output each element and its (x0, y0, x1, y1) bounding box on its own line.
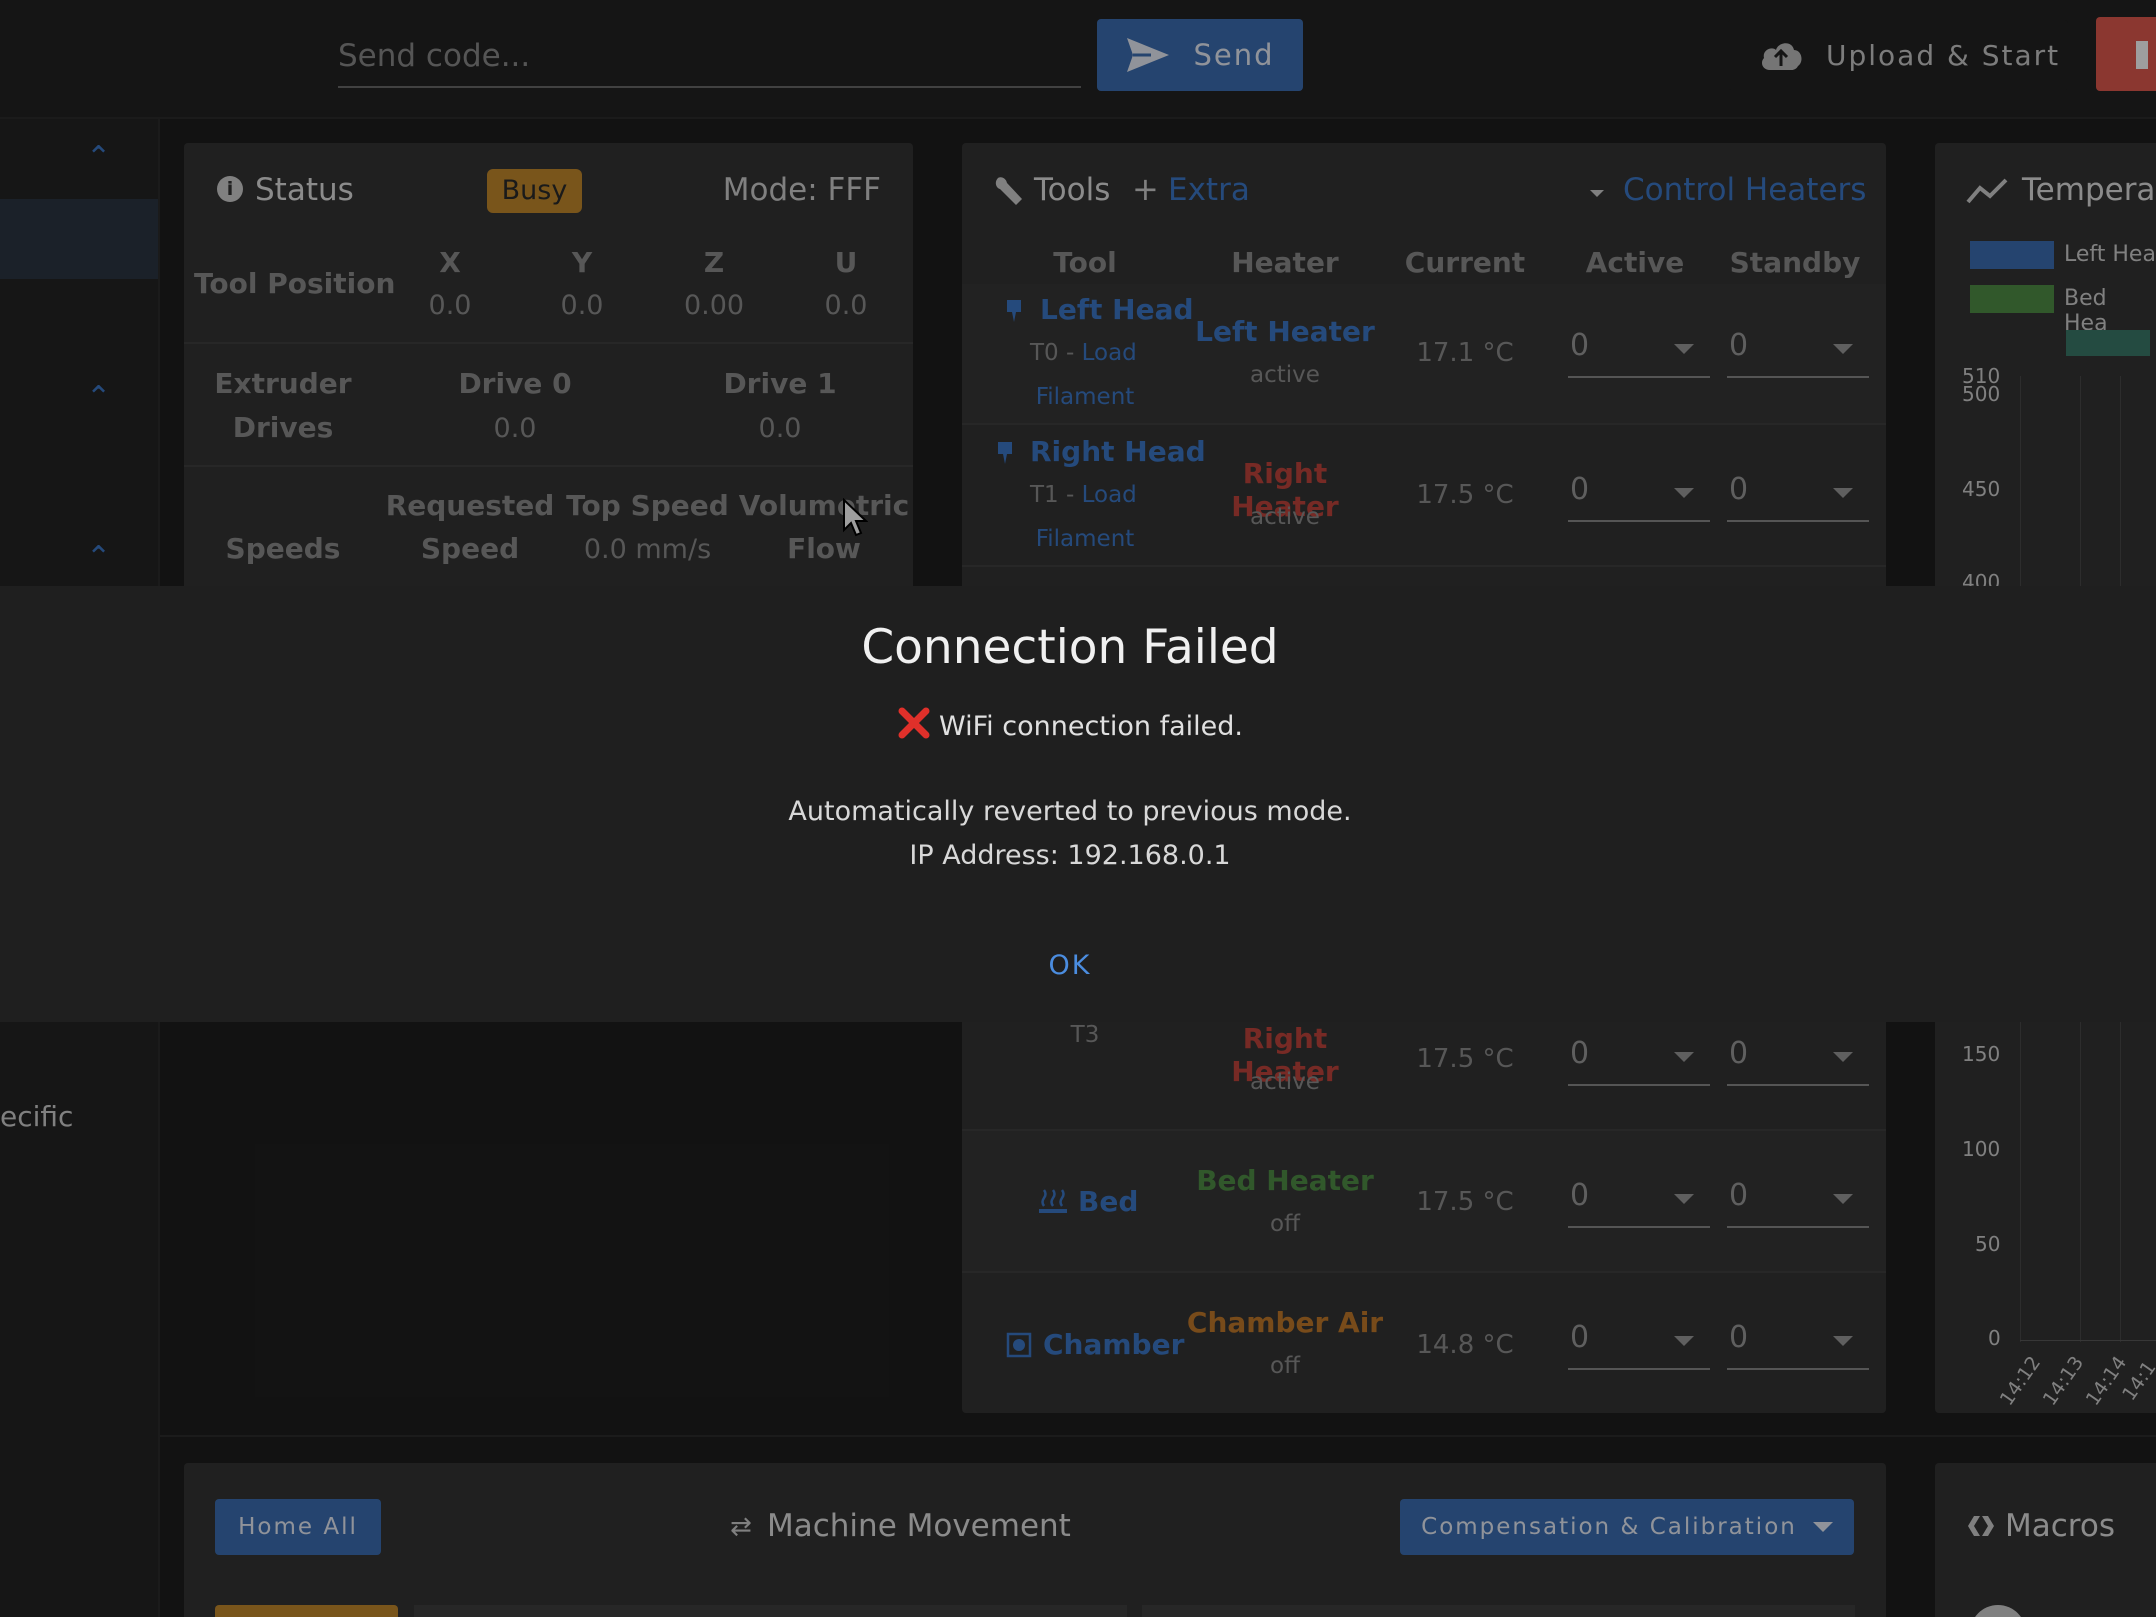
dialog-error-text: WiFi connection failed. (939, 711, 1243, 742)
dialog-title: Connection Failed (861, 620, 1279, 675)
dialog-error-line: WiFi connection failed. (0, 706, 2140, 747)
ok-button[interactable]: OK (1040, 950, 1100, 981)
x-icon (897, 706, 931, 747)
dialog-message: Automatically reverted to previous mode. (788, 796, 1352, 827)
dialog-ip-address: IP Address: 192.168.0.1 (909, 840, 1231, 871)
